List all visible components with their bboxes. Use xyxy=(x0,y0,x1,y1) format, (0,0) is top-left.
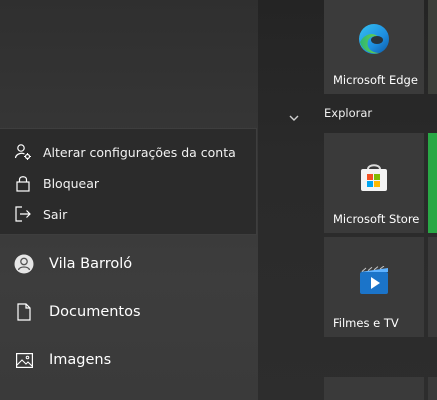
tile-microsoft-store[interactable]: Microsoft Store xyxy=(324,133,424,233)
user-settings-icon xyxy=(14,143,32,161)
tile-label: Filmes e TV xyxy=(333,316,399,330)
menu-item-label: Sair xyxy=(43,206,68,222)
tile-partial-right[interactable] xyxy=(428,237,437,337)
tile-filmes-e-tv[interactable]: Filmes e TV xyxy=(324,237,424,337)
lock-item[interactable]: Bloquear xyxy=(0,168,257,198)
movies-tv-icon xyxy=(358,265,390,300)
change-account-settings-item[interactable]: Alterar configurações da conta xyxy=(0,137,257,167)
user-account-button[interactable]: Vila Barroló xyxy=(0,242,258,286)
tile-partial-bottom[interactable] xyxy=(324,377,424,400)
store-icon xyxy=(359,161,389,197)
menu-item-label: Bloquear xyxy=(43,175,100,191)
user-name: Vila Barroló xyxy=(49,256,133,272)
tile-partial-bottom-right[interactable] xyxy=(428,377,437,400)
pictures-label: Imagens xyxy=(49,352,112,368)
pictures-button[interactable]: Imagens xyxy=(0,338,258,382)
lock-icon xyxy=(14,174,32,192)
tile-group-title[interactable]: Explorar xyxy=(324,106,372,120)
user-avatar-icon xyxy=(14,254,34,274)
sign-out-icon xyxy=(14,205,32,223)
documents-label: Documentos xyxy=(49,304,141,320)
tile-partial-green[interactable] xyxy=(428,133,437,233)
sign-out-item[interactable]: Sair xyxy=(0,199,257,229)
tile-partial-top-right[interactable] xyxy=(428,0,437,94)
tile-label: Microsoft Store xyxy=(333,212,420,226)
document-icon xyxy=(14,302,34,322)
account-flyout-menu: Alterar configurações da conta Bloquear … xyxy=(0,128,257,235)
tile-microsoft-edge[interactable]: Microsoft Edge xyxy=(324,0,424,94)
pictures-icon xyxy=(14,350,34,370)
edge-icon xyxy=(357,22,391,60)
chevron-down-icon[interactable] xyxy=(287,110,301,124)
documents-button[interactable]: Documentos xyxy=(0,290,258,334)
menu-item-label: Alterar configurações da conta xyxy=(43,144,236,160)
tile-label: Microsoft Edge xyxy=(333,73,418,87)
